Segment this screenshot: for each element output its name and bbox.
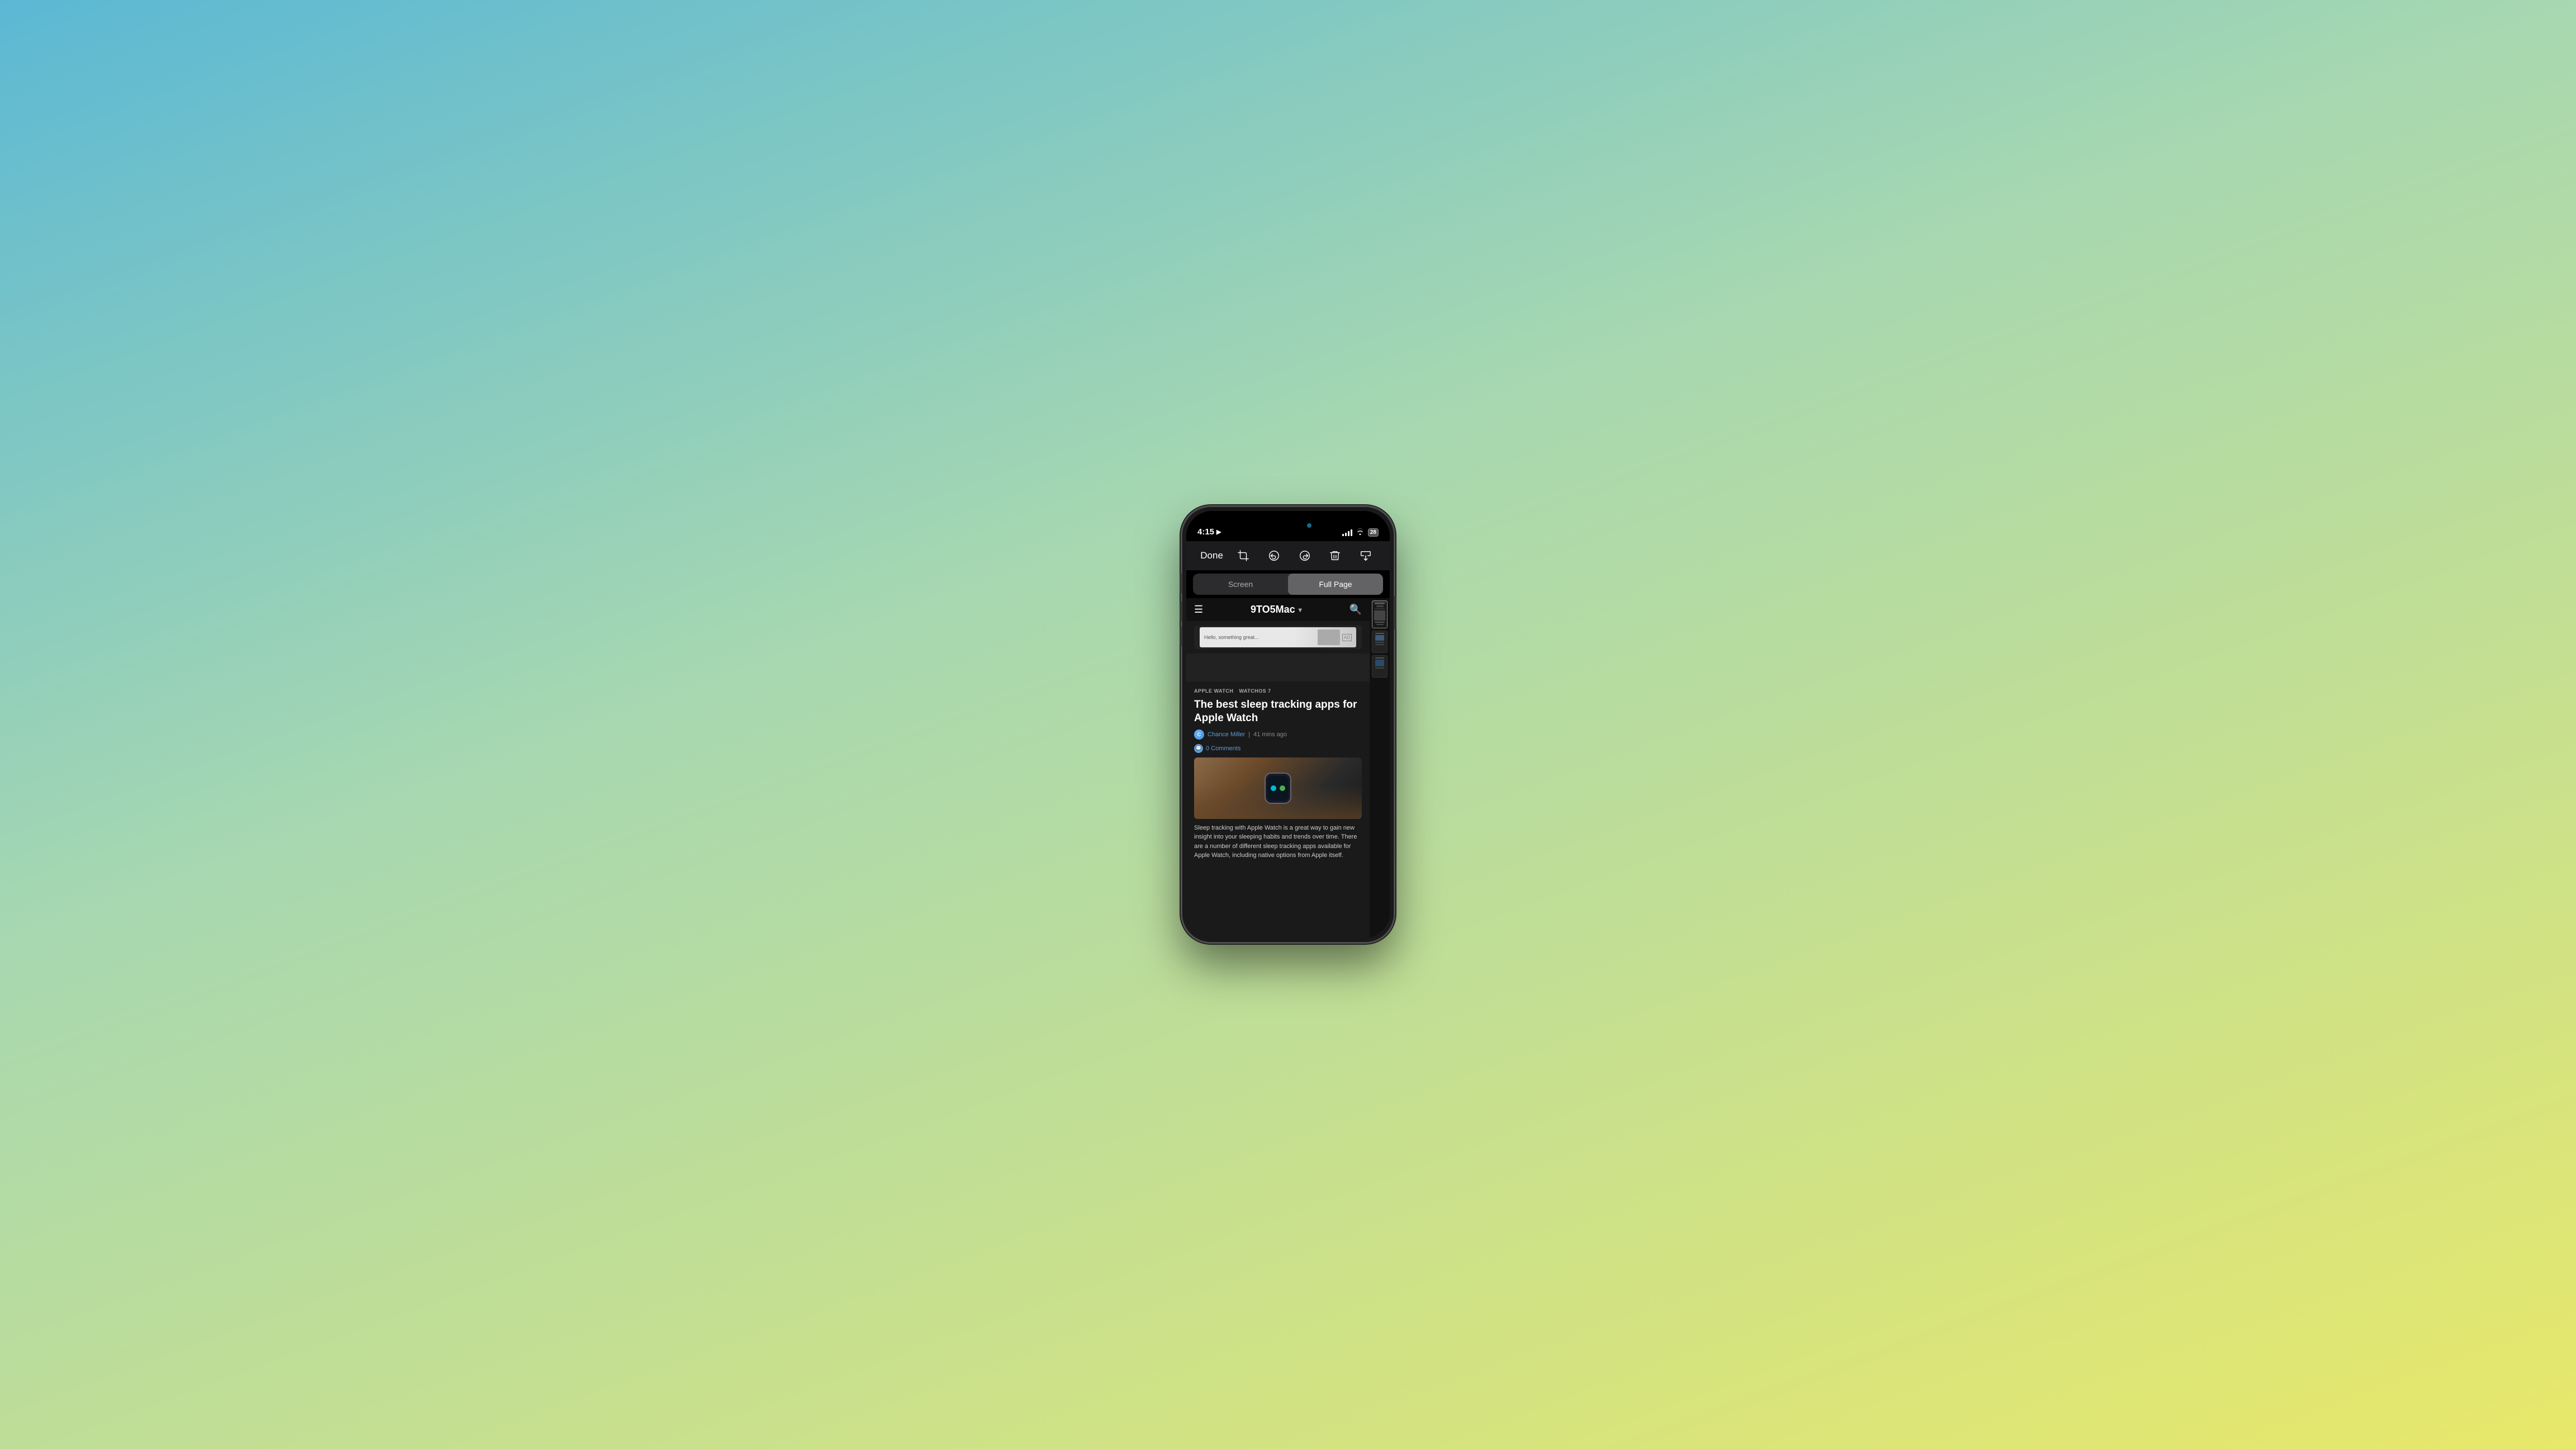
- mini-img-1: [1375, 635, 1384, 641]
- time-display: 4:15: [1197, 527, 1214, 537]
- meta-separator: |: [1248, 731, 1250, 738]
- site-logo: 9TO5Mac ▾: [1251, 604, 1302, 615]
- webpage-content: ☰ 9TO5Mac ▾ 🔍 Hello, something great... …: [1186, 598, 1370, 938]
- battery-level: 28: [1370, 529, 1376, 536]
- mini-bar-5: [1375, 667, 1384, 669]
- scroll-thumb-2[interactable]: [1372, 631, 1388, 653]
- ad-image: [1318, 629, 1340, 645]
- crop-icon: [1237, 550, 1249, 562]
- mini-img-2: [1375, 660, 1384, 666]
- redo-icon: [1299, 550, 1311, 562]
- trash-button[interactable]: [1325, 546, 1345, 566]
- mini-bar-4: [1375, 657, 1384, 659]
- site-header: ☰ 9TO5Mac ▾ 🔍: [1186, 598, 1370, 621]
- comments-link[interactable]: 💬 0 Comments: [1194, 744, 1362, 753]
- status-time: 4:15 ▶: [1197, 527, 1221, 537]
- mini-bar-3: [1375, 644, 1384, 645]
- wifi-icon: [1356, 528, 1365, 537]
- status-icons: 28: [1342, 528, 1379, 537]
- screenshot-tabs: Screen Full Page: [1193, 574, 1383, 595]
- location-arrow-icon: ▶: [1216, 528, 1221, 536]
- comments-icon: 💬: [1194, 744, 1203, 753]
- signal-bar-4: [1351, 529, 1352, 536]
- watch-screen: [1267, 776, 1289, 801]
- tab-screen[interactable]: Screen: [1193, 574, 1288, 595]
- article-title: The best sleep tracking apps for Apple W…: [1194, 698, 1362, 725]
- thumb-bar-2: [1376, 605, 1384, 607]
- article-time: 41 mins ago: [1253, 731, 1287, 738]
- phone-device: 4:15 ▶ 28: [1182, 506, 1394, 943]
- share-button[interactable]: [1356, 546, 1376, 566]
- ad-banner: Hello, something great... AD: [1194, 626, 1362, 649]
- article-meta: C Chance Miller | 41 mins ago: [1194, 730, 1362, 740]
- redo-button[interactable]: [1295, 546, 1315, 566]
- scroll-thumb-inner: [1372, 603, 1387, 628]
- crop-button[interactable]: [1233, 546, 1253, 566]
- dynamic-island-dot: [1307, 523, 1311, 528]
- article-body: Sleep tracking with Apple Watch is a gre…: [1194, 823, 1362, 860]
- ad-banner-inner: Hello, something great... AD: [1200, 627, 1356, 647]
- ad-badge: AD: [1342, 634, 1352, 641]
- thumb-bar-4: [1375, 622, 1385, 623]
- comments-text: 0 Comments: [1206, 745, 1240, 752]
- thumb-bar-5: [1376, 624, 1384, 625]
- mini-bar-1: [1375, 633, 1384, 634]
- author-avatar: C: [1194, 730, 1204, 740]
- watch-dots: [1271, 785, 1285, 791]
- signal-bar-2: [1345, 533, 1347, 536]
- dynamic-island: [1260, 518, 1316, 533]
- mini-bar-2: [1375, 642, 1384, 643]
- hamburger-icon[interactable]: ☰: [1194, 604, 1203, 615]
- tag-apple-watch[interactable]: APPLE WATCH: [1194, 688, 1233, 694]
- thumb-image: [1374, 610, 1386, 621]
- signal-bar-1: [1342, 534, 1344, 536]
- site-logo-chevron-icon: ▾: [1299, 606, 1302, 614]
- article-image-inner: [1194, 757, 1362, 819]
- scroll-sidebar: [1370, 598, 1390, 938]
- tag-watchos[interactable]: WATCHOS 7: [1239, 688, 1271, 694]
- share-icon: [1360, 550, 1372, 562]
- undo-icon: [1268, 550, 1280, 562]
- signal-bar-3: [1348, 531, 1349, 536]
- site-name: 9TO5Mac: [1251, 604, 1295, 615]
- scroll-thumb-active[interactable]: [1372, 600, 1388, 628]
- watch-dot-cyan: [1271, 785, 1276, 791]
- search-icon[interactable]: 🔍: [1349, 604, 1362, 615]
- author-name[interactable]: Chance Miller: [1208, 731, 1245, 738]
- content-area: ☰ 9TO5Mac ▾ 🔍 Hello, something great... …: [1186, 598, 1390, 938]
- ad-text: Hello, something great...: [1204, 634, 1318, 640]
- thumb-bar-3: [1375, 608, 1385, 609]
- trash-icon: [1329, 550, 1341, 562]
- hero-image-area: [1186, 654, 1370, 681]
- done-button[interactable]: Done: [1200, 550, 1223, 561]
- thumb-bar-1: [1375, 603, 1385, 604]
- article-content: APPLE WATCH WATCHOS 7 The best sleep tra…: [1186, 681, 1370, 938]
- article-tags: APPLE WATCH WATCHOS 7: [1194, 688, 1362, 694]
- watch-dot-green: [1280, 785, 1285, 791]
- watch-face: [1265, 773, 1291, 804]
- phone-screen: 4:15 ▶ 28: [1186, 511, 1390, 938]
- signal-icon: [1342, 529, 1352, 536]
- screenshot-toolbar: Done: [1186, 541, 1390, 570]
- scroll-thumb-3[interactable]: [1372, 655, 1388, 678]
- battery-icon: 28: [1368, 528, 1379, 537]
- article-image: [1194, 757, 1362, 819]
- undo-button[interactable]: [1264, 546, 1284, 566]
- tab-full-page[interactable]: Full Page: [1288, 574, 1383, 595]
